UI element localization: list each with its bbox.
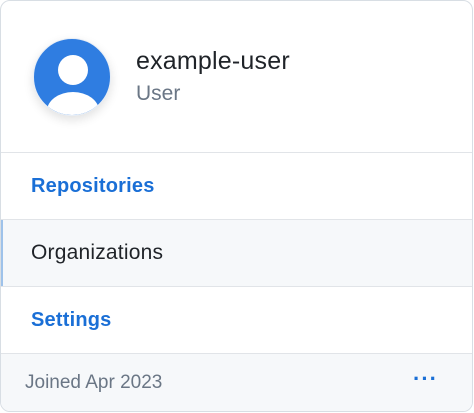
identity: example-user User [136, 46, 290, 108]
user-silhouette-icon [47, 54, 99, 115]
nav-item-label: Organizations [31, 241, 164, 264]
nav-item-repositories[interactable]: Repositories [1, 153, 472, 220]
user-role: User [136, 81, 181, 105]
nav-item-label: Settings [31, 308, 112, 331]
nav-item-organizations[interactable]: Organizations [1, 220, 472, 287]
avatar [33, 37, 111, 116]
profile-header: example-user User [1, 1, 472, 153]
profile-card: example-user User Repositories Organizat… [0, 0, 473, 412]
joined-date: Joined Apr 2023 [25, 371, 163, 393]
nav-item-settings[interactable]: Settings [1, 287, 472, 354]
profile-footer: Joined Apr 2023 ··· [1, 354, 472, 411]
nav-item-label: Repositories [31, 174, 155, 197]
more-horizontal-icon[interactable]: ··· [413, 367, 438, 390]
username: example-user [136, 46, 290, 75]
